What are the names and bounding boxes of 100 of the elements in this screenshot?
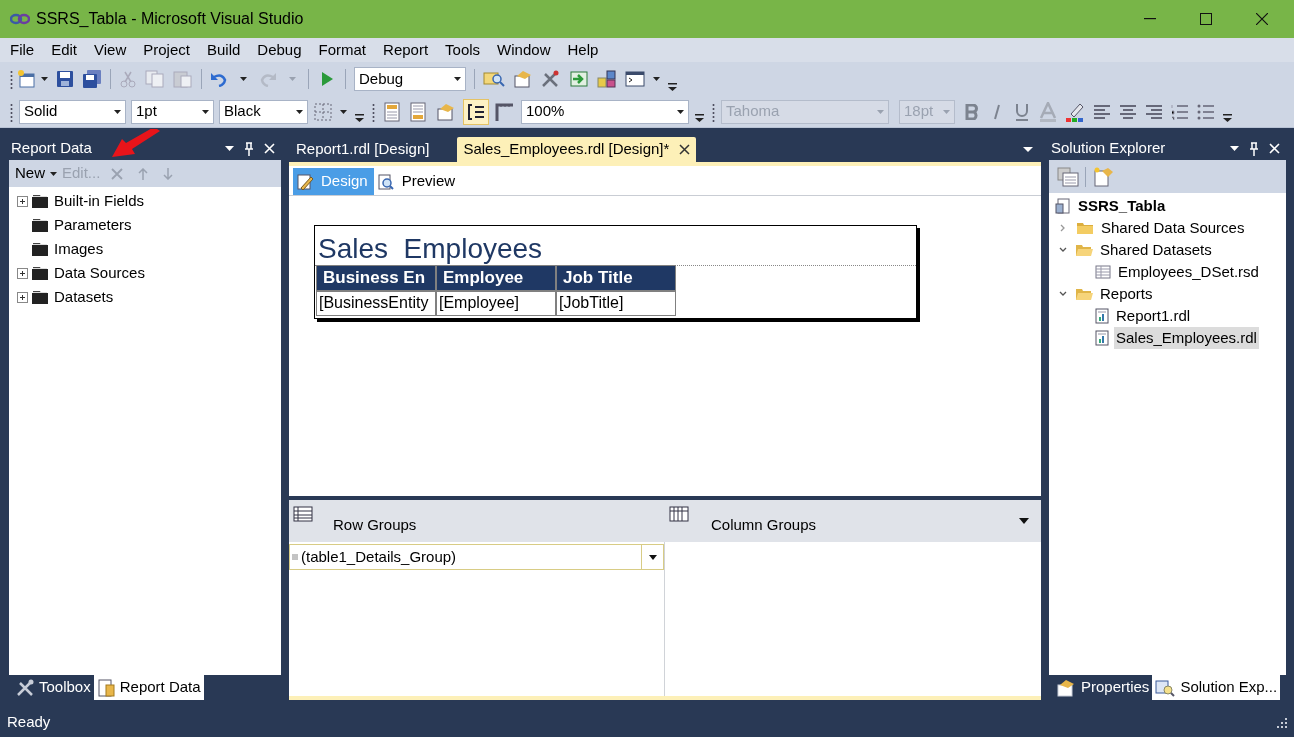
toolbar-grip-icon[interactable]: [10, 101, 13, 122]
report-footer-icon[interactable]: [410, 101, 426, 122]
caret-icon: [296, 109, 303, 114]
dropdown-icon[interactable]: [1230, 146, 1239, 151]
caret-icon[interactable]: [240, 77, 247, 81]
align-left-icon[interactable]: [1093, 104, 1111, 119]
panel-tab[interactable]: Toolbox: [13, 675, 94, 700]
menu-item[interactable]: Window: [497, 38, 551, 62]
properties-window-icon[interactable]: [513, 70, 533, 88]
pin-icon[interactable]: [1249, 141, 1259, 156]
tree-item[interactable]: Images: [54, 237, 104, 261]
folder-icon: [32, 218, 48, 232]
grouping-icon: [467, 102, 485, 121]
grouping-toggle-button[interactable]: [463, 98, 489, 125]
caret-icon: [677, 109, 684, 114]
pin-icon[interactable]: [244, 141, 254, 156]
folder-icon: [32, 266, 48, 280]
dropdown-icon[interactable]: [225, 146, 234, 151]
zoom-dropdown[interactable]: 100%: [521, 99, 689, 124]
configuration-dropdown[interactable]: Debug: [354, 67, 466, 91]
line-width-dropdown[interactable]: 1pt: [131, 99, 214, 124]
tree-item[interactable]: SSRS_Tabla: [1076, 194, 1168, 218]
undo-icon[interactable]: [210, 71, 228, 87]
panel-tab[interactable]: Solution Exp...: [1152, 675, 1281, 700]
document-tab[interactable]: Sales_Employees.rdl [Design]*: [457, 137, 697, 162]
caret-icon[interactable]: [41, 77, 48, 81]
menu-item[interactable]: Help: [567, 38, 599, 62]
toolbar-grip-icon[interactable]: [712, 101, 715, 122]
pane-menu-icon[interactable]: [1019, 518, 1029, 524]
tree-item[interactable]: Shared Data Sources: [1099, 216, 1247, 240]
line-color-dropdown[interactable]: Black: [219, 99, 308, 124]
panel-tab[interactable]: Report Data: [93, 675, 204, 700]
menu-item[interactable]: Report: [383, 38, 429, 62]
view-tab[interactable]: Preview: [373, 168, 462, 195]
expand-icon[interactable]: [17, 291, 28, 303]
open-folder-icon: [1075, 287, 1093, 301]
caret-icon: [202, 109, 209, 114]
toolbar-grip-icon[interactable]: [372, 101, 375, 122]
resize-grip-icon[interactable]: [1276, 716, 1288, 729]
panel-tab[interactable]: Properties: [1053, 675, 1153, 700]
tree-item[interactable]: Data Sources: [54, 261, 145, 285]
report-file-icon: [1095, 330, 1109, 346]
new-project-icon[interactable]: [17, 70, 37, 88]
highlight-icon[interactable]: [1065, 101, 1085, 122]
tree-item[interactable]: Datasets: [54, 285, 114, 309]
column-groups-icon: [669, 506, 689, 522]
caret-icon[interactable]: [340, 109, 347, 114]
find-icon[interactable]: [483, 70, 505, 88]
align-right-icon[interactable]: [1145, 104, 1163, 119]
numbered-list-icon[interactable]: [1171, 103, 1189, 120]
menu-item[interactable]: Tools: [445, 38, 481, 62]
import-icon[interactable]: [569, 70, 589, 88]
menu-item[interactable]: Build: [206, 38, 241, 62]
tree-item[interactable]: Employees_DSet.rsd: [1116, 260, 1261, 284]
menu-item[interactable]: Debug: [257, 38, 302, 62]
properties-icon: [1056, 678, 1076, 697]
show-all-files-icon[interactable]: [1057, 166, 1079, 187]
expand-icon[interactable]: [17, 267, 28, 279]
toolbar-grip-icon[interactable]: [10, 69, 13, 89]
group-row[interactable]: (table1_Details_Group): [289, 544, 664, 570]
bullet-list-icon[interactable]: [1197, 103, 1215, 120]
toolbar-button[interactable]: New: [15, 162, 57, 185]
collapse-chevron-icon[interactable]: [1059, 291, 1067, 297]
tab-list-icon[interactable]: [1023, 147, 1033, 152]
close-icon[interactable]: [679, 144, 691, 155]
report-properties-icon[interactable]: [436, 102, 456, 121]
menu-item[interactable]: Project: [143, 38, 190, 62]
line-style-dropdown[interactable]: Solid: [19, 99, 126, 124]
collapse-chevron-icon[interactable]: [1059, 247, 1067, 253]
font-color-icon[interactable]: [1039, 101, 1057, 122]
folder-icon: [32, 290, 48, 304]
tree-item[interactable]: Sales_Employees.rdl: [1114, 326, 1259, 350]
tree-item[interactable]: Shared Datasets: [1098, 238, 1214, 262]
tree-item[interactable]: Report1.rdl: [1114, 304, 1193, 328]
menu-item[interactable]: Edit: [51, 38, 78, 62]
save-icon[interactable]: [56, 70, 74, 88]
report-header-icon[interactable]: [384, 101, 400, 122]
menu-item[interactable]: Format: [318, 38, 367, 62]
command-window-icon[interactable]: [625, 71, 645, 87]
close-icon: [1256, 13, 1268, 25]
tree-item[interactable]: Parameters: [54, 213, 132, 237]
save-all-icon[interactable]: [82, 70, 102, 88]
status-text: Ready: [7, 712, 51, 733]
tree-item[interactable]: Built-in Fields: [54, 189, 145, 213]
ruler-icon[interactable]: [495, 101, 515, 122]
tree-item[interactable]: Reports: [1098, 282, 1155, 306]
align-center-icon[interactable]: [1119, 104, 1137, 119]
class-view-icon[interactable]: [597, 70, 617, 88]
italic-icon[interactable]: [991, 103, 1003, 120]
tools-icon[interactable]: [541, 70, 561, 88]
document-tab[interactable]: Report1.rdl [Design]: [290, 137, 436, 162]
bold-icon[interactable]: [965, 103, 979, 120]
caret-icon[interactable]: [653, 77, 660, 81]
menu-item[interactable]: View: [94, 38, 127, 62]
underline-icon[interactable]: [1015, 102, 1029, 121]
menu-item[interactable]: File: [10, 38, 35, 62]
start-icon[interactable]: [321, 72, 333, 86]
expand-chevron-icon[interactable]: [1060, 224, 1066, 232]
refresh-icon[interactable]: [1092, 166, 1114, 187]
expand-icon[interactable]: [17, 195, 28, 207]
